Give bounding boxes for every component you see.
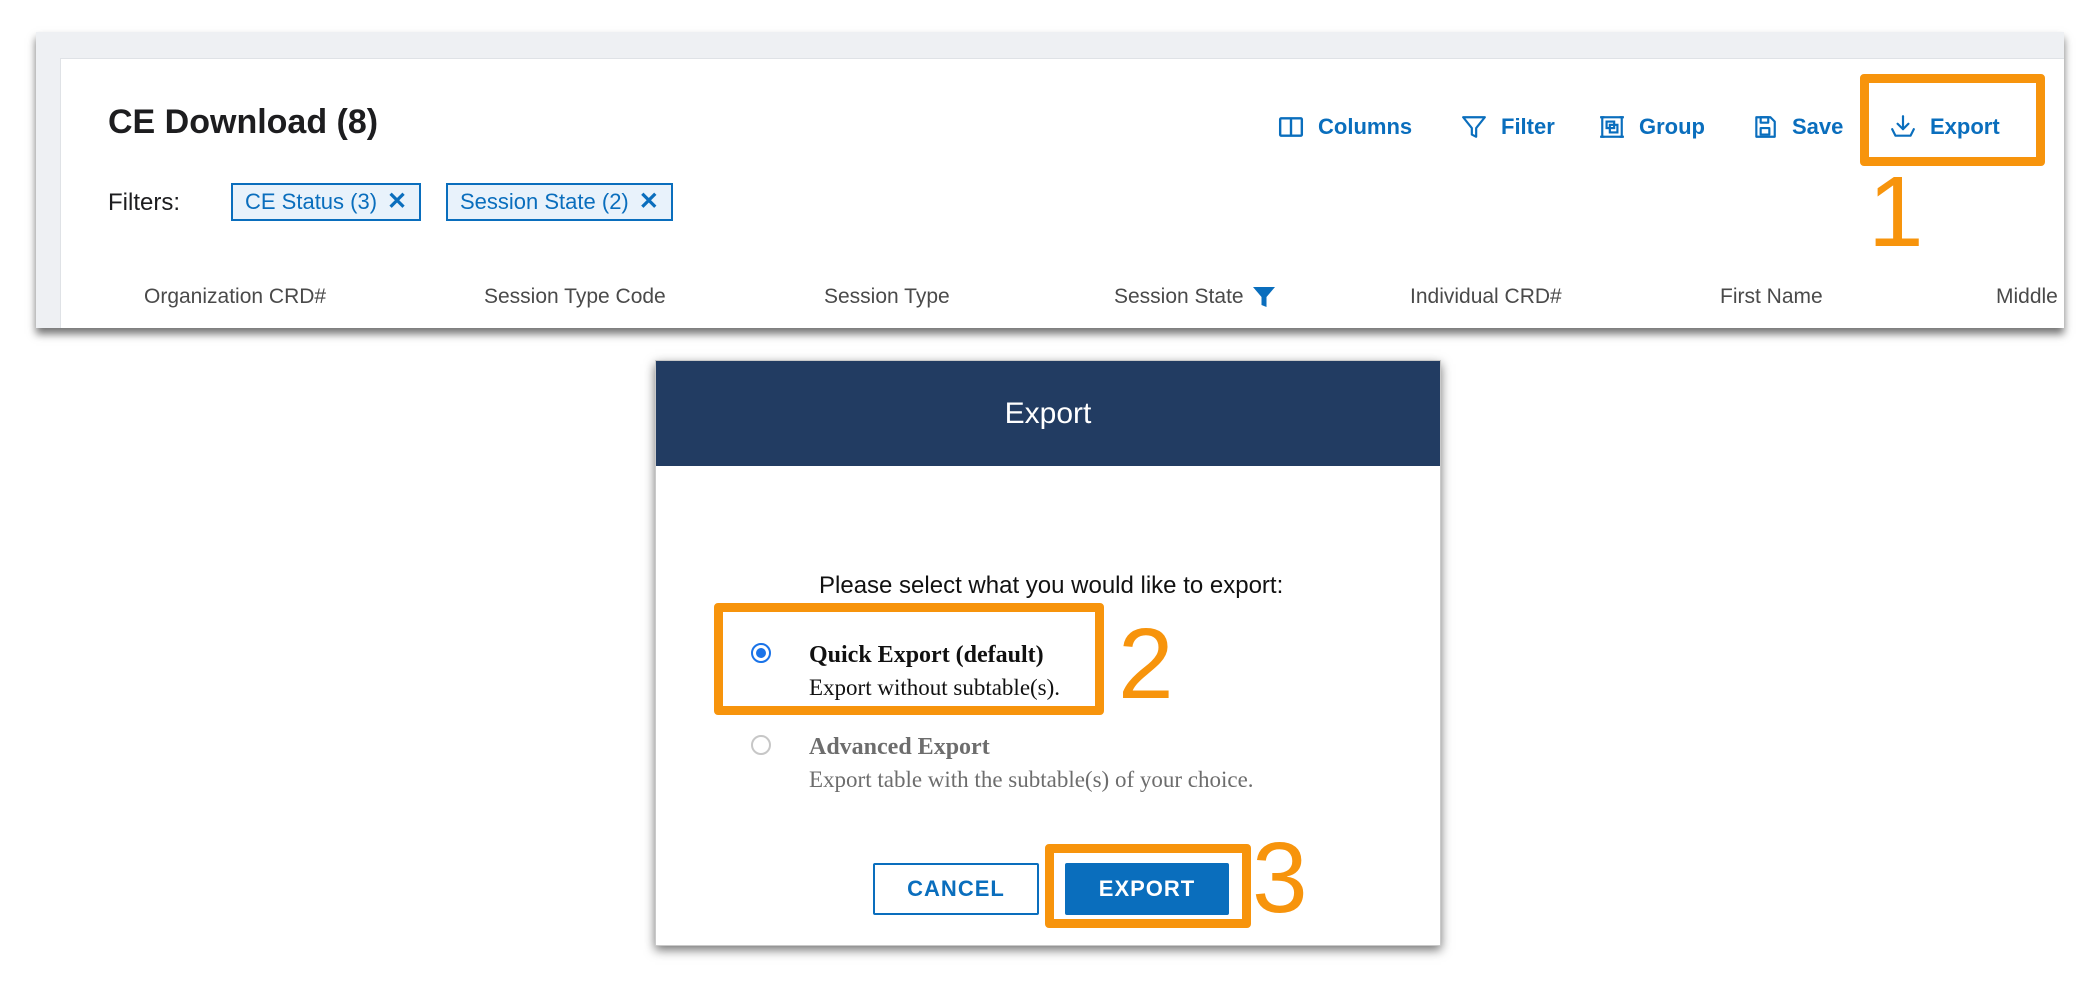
save-button[interactable]: Save	[1752, 107, 1843, 147]
filter-chip-ce-status: CE Status (3) ✕	[231, 183, 422, 221]
save-icon	[1755, 116, 1776, 138]
cancel-button[interactable]: CANCEL	[873, 863, 1039, 915]
annotation-number-step-2: 2	[1118, 608, 1174, 720]
close-icon[interactable]: ✕	[387, 190, 407, 214]
dialog-prompt: Please select what you would like to exp…	[819, 572, 1284, 599]
annotation-highlight-step-1	[1860, 74, 2045, 166]
column-header-middle[interactable]: Middle	[1996, 285, 2058, 309]
filter-chip-label: Session State (2)	[460, 189, 629, 214]
funnel-icon[interactable]	[1252, 285, 1276, 309]
filter-icon	[1462, 116, 1486, 138]
advanced-export-option[interactable]: Advanced Export Export table with the su…	[751, 731, 1254, 797]
filter-chip-session-state: Session State (2) ✕	[446, 183, 673, 221]
columns-icon	[1278, 117, 1304, 137]
filter-button[interactable]: Filter	[1461, 107, 1555, 147]
annotation-highlight-step-3	[1045, 844, 1251, 928]
column-header-first-name[interactable]: First Name	[1720, 285, 1823, 309]
grid-toolbar: Columns Filter Group Save Export	[61, 107, 2064, 147]
dialog-title: Export	[656, 361, 1440, 466]
grid-card: CE Download (8) Columns Filter Group Sav…	[60, 58, 2064, 328]
column-header-individual-crd[interactable]: Individual CRD#	[1410, 285, 1562, 309]
column-header-organization-crd[interactable]: Organization CRD#	[144, 285, 326, 309]
filter-button-label: Filter	[1501, 114, 1555, 139]
columns-button-label: Columns	[1318, 114, 1413, 139]
close-icon[interactable]: ✕	[639, 190, 659, 214]
column-header-session-state[interactable]: Session State	[1114, 285, 1244, 309]
option-description: Export table with the subtable(s) of you…	[809, 767, 1254, 792]
save-button-label: Save	[1792, 114, 1844, 139]
columns-button[interactable]: Columns	[1278, 107, 1412, 147]
annotation-highlight-step-2	[714, 603, 1104, 715]
column-header-session-type[interactable]: Session Type	[824, 285, 950, 309]
filter-chip-label: CE Status (3)	[245, 189, 378, 214]
annotation-number-step-3: 3	[1252, 822, 1308, 934]
advanced-export-text: Advanced Export Export table with the su…	[809, 731, 1254, 797]
option-title: Advanced Export	[809, 734, 990, 760]
grid-screenshot-panel: CE Download (8) Columns Filter Group Sav…	[36, 32, 2064, 328]
group-button-label: Group	[1639, 114, 1705, 139]
filters-label: Filters:	[108, 189, 180, 216]
column-header-session-type-code[interactable]: Session Type Code	[484, 285, 666, 309]
advanced-export-radio[interactable]	[751, 735, 771, 755]
annotation-number-step-1: 1	[1868, 156, 1924, 268]
group-icon	[1600, 116, 1624, 138]
group-button[interactable]: Group	[1599, 107, 1705, 147]
